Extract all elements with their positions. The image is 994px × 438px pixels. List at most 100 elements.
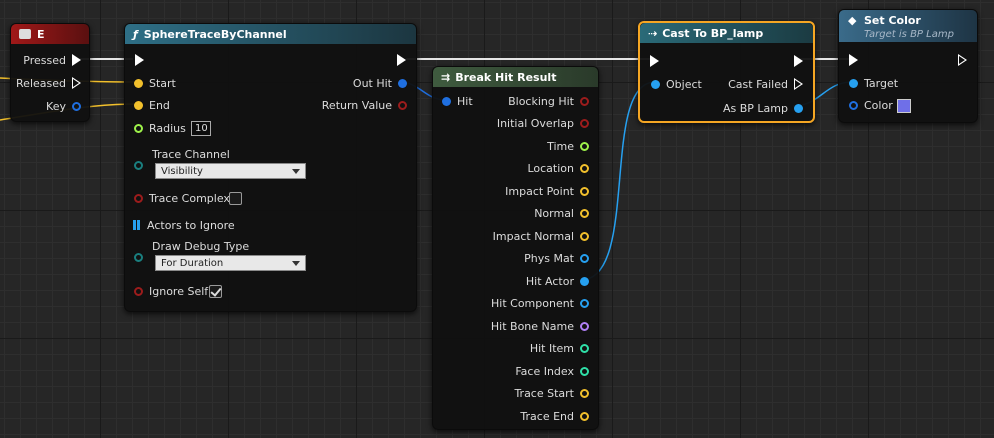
float-pin-icon[interactable] [580,141,589,151]
break-output-pin[interactable]: Initial Overlap [491,116,589,132]
pin-draw-debug-type[interactable] [134,249,143,265]
break-output-label: Impact Point [505,184,574,198]
channel-pin-icon[interactable] [134,160,143,170]
object-pin-icon[interactable] [651,79,660,89]
break-output-label: Location [527,162,574,175]
cast-node-header: ⇢ Cast To BP_lamp [640,23,813,43]
pin-color[interactable]: Color [849,97,899,113]
pin-target[interactable]: Target [849,75,904,91]
trace-channel-dropdown[interactable]: Visibility [155,163,306,179]
bool-pin-icon[interactable] [580,96,589,106]
vector-pin-icon[interactable] [580,411,589,421]
pin-radius[interactable]: Radius [134,120,192,136]
break-output-label: Trace Start [514,387,574,400]
pin-end[interactable]: End [134,97,176,113]
break-output-pin[interactable]: Impact Normal [487,228,589,244]
break-output-pin[interactable]: Hit Component [485,296,589,312]
struct-pin-icon[interactable] [442,96,451,106]
pin-released[interactable]: Released [10,75,81,91]
struct-pin-icon[interactable] [849,100,858,110]
break-output-pin[interactable]: Time [541,138,589,154]
vector-pin-icon[interactable] [580,186,589,196]
exec-in-icon[interactable] [849,54,858,66]
break-output-pin[interactable]: Location [521,161,589,177]
exec-in-icon[interactable] [650,55,659,67]
break-hit-result-node[interactable]: ⇉ Break Hit Result Hit Blocking Hit Initi… [432,66,599,430]
exec-out-icon[interactable] [397,54,406,66]
break-output-label: Hit Actor [525,274,574,288]
pin-actors-to-ignore[interactable]: Actors to Ignore [133,217,241,233]
bool-pin-icon[interactable] [134,193,143,203]
object-pin-icon[interactable] [580,276,589,286]
exec-out-icon[interactable] [72,54,81,66]
chevron-down-icon [292,261,300,266]
break-output-pin[interactable]: Normal [528,206,589,222]
pin-out-hit[interactable]: Out Hit [347,75,407,91]
name-pin-icon[interactable] [580,321,589,331]
event-node-header: E [11,24,89,44]
vector-pin-icon[interactable] [134,78,143,88]
array-grid-icon[interactable] [133,220,143,230]
break-output-pin[interactable]: Trace End [514,408,589,424]
break-output-pin[interactable]: Hit Actor [520,273,589,289]
float-pin-icon[interactable] [134,123,143,133]
break-output-label: Initial Overlap [496,117,574,130]
struct-pin-icon[interactable] [72,101,81,111]
int-pin-icon[interactable] [580,366,589,376]
bool-pin-icon[interactable] [398,100,407,110]
pin-hit[interactable]: Hit [442,93,479,109]
vector-pin-icon[interactable] [580,231,589,241]
break-output-pin[interactable]: Phys Mat [518,251,589,267]
break-output-label: Impact Normal [492,229,574,243]
vector-pin-icon[interactable] [134,100,143,110]
int-pin-icon[interactable] [580,344,589,353]
bool-pin-icon[interactable] [134,286,143,296]
cast-arrows-icon: ⇢ [648,26,658,40]
object-pin-icon[interactable] [580,299,589,308]
break-output-label: Hit Component [491,297,574,310]
exec-in-icon[interactable] [135,54,144,66]
break-output-pin[interactable]: Face Index [509,363,589,379]
set-color-node[interactable]: ◆ Set Color Target is BP Lamp Target Col… [838,9,978,123]
vector-pin-icon[interactable] [580,389,589,398]
vector-pin-icon[interactable] [580,209,589,218]
event-node-e[interactable]: E Pressed Released Key [10,23,90,122]
radius-input[interactable]: 10 [191,121,211,136]
pin-as-bp-lamp[interactable]: As BP Lamp [717,100,803,116]
trace-complex-checkbox[interactable] [229,192,242,205]
break-output-pin[interactable]: Hit Bone Name [485,318,589,334]
exec-out-icon[interactable] [958,54,967,66]
enum-pin-icon[interactable] [134,252,143,262]
break-output-pin[interactable]: Trace Start [508,386,589,402]
struct-pin-icon[interactable] [398,78,407,88]
pin-key[interactable]: Key [40,98,81,114]
cast-node[interactable]: ⇢ Cast To BP_lamp Object Cast Failed As … [638,21,815,123]
break-output-pin[interactable]: Blocking Hit [502,93,589,109]
vector-pin-icon[interactable] [580,164,589,173]
pin-ignore-self[interactable]: Ignore Self [134,283,214,299]
object-pin-icon[interactable] [580,254,589,263]
pin-start[interactable]: Start [134,75,182,91]
bool-pin-icon[interactable] [580,119,589,128]
pin-pressed[interactable]: Pressed [17,52,81,68]
break-hit-result-header: ⇉ Break Hit Result [433,67,598,87]
exec-out-icon[interactable] [794,55,803,67]
ignore-self-checkbox[interactable] [209,285,222,298]
break-output-label: Trace End [520,409,574,423]
object-pin-icon[interactable] [849,78,858,88]
exec-out-icon[interactable] [794,78,803,90]
pin-trace-complex[interactable]: Trace Complex [134,190,236,206]
exec-out-icon[interactable] [72,77,81,89]
draw-debug-dropdown[interactable]: For Duration [155,255,306,271]
pin-return-value[interactable]: Return Value [316,97,407,113]
object-pin-icon[interactable] [794,103,803,113]
break-output-label: Hit Bone Name [490,319,574,333]
break-output-pin[interactable]: Hit Item [524,341,589,357]
pin-cast-failed[interactable]: Cast Failed [722,76,803,92]
break-output-pin[interactable]: Impact Point [499,183,589,199]
break-output-label: Time [547,139,574,153]
color-swatch[interactable] [897,99,911,113]
sphere-trace-node[interactable]: ƒ SphereTraceByChannel Start End Radius … [124,23,417,312]
pin-trace-channel[interactable] [134,157,143,173]
pin-object[interactable]: Object [651,76,708,92]
